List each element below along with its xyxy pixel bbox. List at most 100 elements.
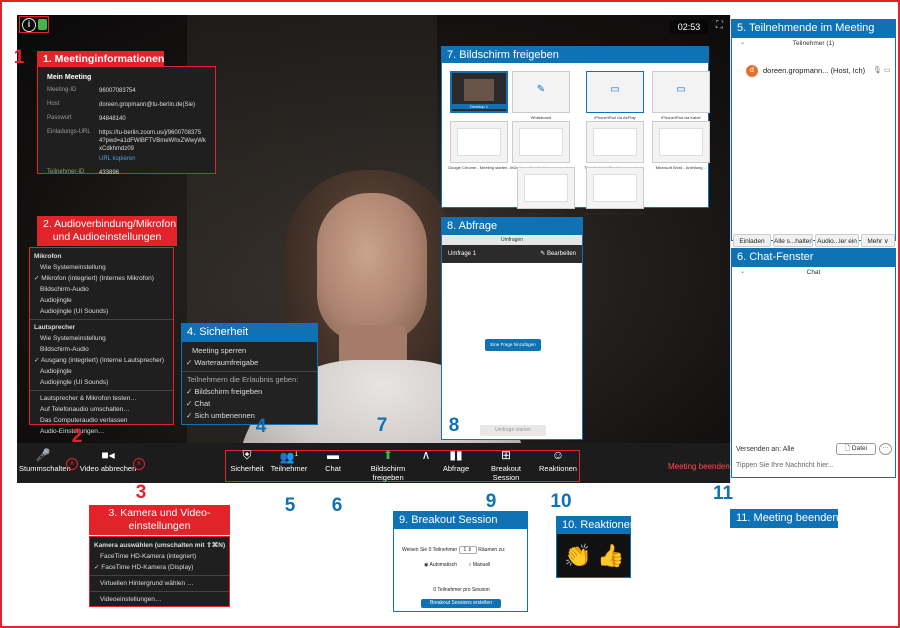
share-option-thumb[interactable] bbox=[450, 121, 508, 163]
meeting-info-row: URL kopieren bbox=[47, 155, 206, 163]
share-option-thumb[interactable] bbox=[652, 121, 710, 163]
mic-option[interactable]: Bildschirm-Audio bbox=[30, 284, 173, 295]
mute-button[interactable]: 🎤 Stummschalten bbox=[19, 445, 71, 481]
speaker-option[interactable]: Audiojingle (UI Sounds) bbox=[30, 377, 173, 388]
mute-label: Stummschalten bbox=[19, 464, 71, 473]
share-option-label: Microsoft Word - Anleitung… bbox=[655, 165, 707, 170]
audio-action-item[interactable]: Das Computeraudio verlassen bbox=[30, 415, 173, 426]
breakout-rooms-stepper[interactable]: 1 ⇕ bbox=[458, 546, 477, 554]
video-button[interactable]: ■◂ Video abbrechen bbox=[79, 445, 137, 481]
callout-number-1: 1 bbox=[13, 47, 25, 68]
callout-number-7: 7 bbox=[376, 415, 388, 436]
mic-option[interactable]: Wie Systemeinstellung bbox=[30, 262, 173, 273]
clapping-hands-icon[interactable]: 👏 bbox=[564, 543, 591, 569]
audio-action-item[interactable]: Auf Telefonaudio umschalten… bbox=[30, 404, 173, 415]
window-preview bbox=[519, 128, 563, 156]
emoji-icon: ☺ bbox=[551, 448, 565, 462]
security-button[interactable]: ⛨ Sicherheit bbox=[227, 445, 267, 481]
chat-file-button[interactable]: 🗋 Datei bbox=[836, 443, 876, 455]
audio-actions: Lautsprecher & Mikrofon testen… Auf Telef… bbox=[30, 393, 173, 437]
video-options-chevron-icon[interactable]: ∧ bbox=[133, 458, 145, 470]
participants-button[interactable]: 👥1 Teilnehmer bbox=[268, 445, 310, 481]
speaker-option[interactable]: Bildschirm-Audio bbox=[30, 344, 173, 355]
participant-row[interactable]: doreen.gropmann... (Host, Ich) bbox=[763, 66, 865, 75]
participant-action-button[interactable]: Audio...ler ein bbox=[815, 234, 859, 247]
meeting-info-key bbox=[47, 155, 99, 163]
security-allow-header: Teilnehmern die Erlaubnis geben: bbox=[187, 375, 299, 384]
collapse-icon[interactable]: ⌄ bbox=[740, 39, 745, 46]
participant-action-button[interactable]: Mehr ∨ bbox=[861, 234, 895, 247]
mic-option[interactable]: Audiojingle bbox=[30, 295, 173, 306]
share-option-thumb[interactable] bbox=[517, 167, 575, 209]
mic-icon: 🎙 bbox=[873, 67, 882, 74]
collapse-icon[interactable]: ⌄ bbox=[740, 268, 745, 275]
breakout-button[interactable]: ⊞ Breakout Session bbox=[477, 445, 535, 482]
meeting-info-value: 433896 bbox=[99, 170, 120, 176]
speaker-option[interactable]: ✓ Ausgang (integriert) (Interne Lautspre… bbox=[30, 355, 173, 366]
security-allow-option[interactable]: ✓ Chat bbox=[182, 398, 317, 410]
speaker-option[interactable]: Audiojingle bbox=[30, 366, 173, 377]
callout-number-10: 10 bbox=[550, 491, 572, 512]
radio-auto[interactable]: ◉ Automatisch bbox=[424, 562, 457, 568]
poll-start-button[interactable]: Umfrage starten bbox=[480, 425, 546, 436]
reactions-panel: 👏 👍 bbox=[556, 533, 631, 578]
callout-label-2-line2: und Audioeinstellungen bbox=[52, 231, 162, 243]
breakout-create-button[interactable]: Breakout Sessions erstellen bbox=[421, 599, 501, 608]
share-option-thumb[interactable]: ✎ bbox=[512, 71, 570, 113]
meeting-info-value: 94848140 bbox=[99, 116, 126, 122]
chat-title: Chat bbox=[806, 269, 821, 276]
meeting-info-value: 96007083754 bbox=[99, 88, 136, 94]
callout-number-4: 4 bbox=[255, 416, 267, 437]
radio-auto-label: Automatisch bbox=[429, 562, 457, 568]
share-option-thumb[interactable] bbox=[586, 121, 644, 163]
audio-action-item[interactable]: Lautsprecher & Mikrofon testen… bbox=[30, 393, 173, 404]
audio-action-item[interactable]: Audio-Einstellungen… bbox=[30, 426, 173, 437]
camera-list: FaceTime HD-Kamera (integriert) ✓ FaceTim… bbox=[90, 551, 229, 573]
virtual-background-item[interactable]: Virtuellen Hintergrund wählen … bbox=[90, 578, 229, 589]
chat-send-to[interactable]: Versenden an: Alle bbox=[736, 446, 794, 453]
poll-header: Umfrage 1 ✎ Bearbeiten bbox=[442, 245, 582, 263]
speaker-option[interactable]: Wie Systemeinstellung bbox=[30, 333, 173, 344]
share-option-thumb[interactable] bbox=[512, 121, 570, 163]
share-option-thumb[interactable]: ▭ bbox=[586, 71, 644, 113]
mic-list: Wie Systemeinstellung ✓ Mikrofon (integri… bbox=[30, 262, 173, 317]
microphone-icon: 🎤 bbox=[35, 448, 51, 462]
meeting-info-row: Einladungs-URL https://tu-berlin.zoom.us/… bbox=[47, 129, 206, 153]
participant-action-button[interactable]: Alle s...halten bbox=[773, 234, 813, 247]
breakout-assign-pre: Weisen Sie 0 Teilnehmer bbox=[402, 547, 458, 553]
poll-edit-button[interactable]: ✎ Bearbeiten bbox=[540, 245, 576, 263]
security-allow-option[interactable]: ✓ Bildschirm freigeben bbox=[182, 386, 317, 398]
chat-more-icon[interactable]: ··· bbox=[879, 443, 892, 455]
audio-section-mic: Mikrofon bbox=[34, 253, 62, 260]
reactions-button[interactable]: ☺ Reaktionen bbox=[538, 445, 578, 481]
meeting-info-key: Meeting-ID bbox=[47, 87, 77, 93]
avatar: d bbox=[746, 65, 758, 77]
end-meeting-button[interactable]: Meeting beenden bbox=[668, 462, 730, 471]
audio-options-chevron-icon[interactable]: ∧ bbox=[66, 458, 78, 470]
chat-input[interactable]: Tippen Sie Ihre Nachricht hier... bbox=[736, 462, 834, 469]
chat-button[interactable]: ▬ Chat bbox=[318, 445, 348, 481]
share-screen-button[interactable]: ⬆ Bildschirm freigeben bbox=[355, 445, 421, 482]
mic-option[interactable]: ✓ Mikrofon (integriert) (Internes Mikrof… bbox=[30, 273, 173, 284]
video-settings-item[interactable]: Videoeinstellungen… bbox=[90, 594, 229, 605]
share-option-thumb[interactable]: ▭ bbox=[652, 71, 710, 113]
poll-add-question-button[interactable]: Eine Frage hinzufügen bbox=[485, 339, 541, 351]
camera-option[interactable]: FaceTime HD-Kamera (integriert) bbox=[90, 551, 229, 562]
callout-label-5: 5. Teilnehmende im Meeting bbox=[731, 19, 896, 37]
camera-option[interactable]: ✓ FaceTime HD-Kamera (Display) bbox=[90, 562, 229, 573]
radio-manual[interactable]: ○ Manuell bbox=[468, 562, 490, 568]
poll-button[interactable]: ▮▮ Abfrage bbox=[440, 445, 472, 481]
security-option[interactable]: ✓ Warteraumfreigabe bbox=[182, 357, 317, 369]
fullscreen-icon[interactable]: ⛶ bbox=[716, 20, 728, 32]
meeting-info-row: Meeting-ID 96007083754 bbox=[47, 87, 206, 95]
participant-action-button[interactable]: Einladen bbox=[733, 234, 771, 247]
share-option-thumb[interactable] bbox=[586, 167, 644, 209]
security-option[interactable]: Meeting sperren bbox=[182, 345, 317, 357]
share-options-chevron-icon[interactable]: ∧ bbox=[420, 445, 432, 481]
video-menu: Kamera auswählen (umschalten mit ⇧⌘N) Fa… bbox=[89, 536, 230, 607]
share-option-icon: ✎ bbox=[536, 84, 546, 95]
callout-label-3-line2: einstellungen bbox=[128, 520, 191, 532]
mic-option[interactable]: Audiojingle (UI Sounds) bbox=[30, 306, 173, 317]
thumbs-up-icon[interactable]: 👍 bbox=[597, 543, 624, 569]
copy-url-link[interactable]: URL kopieren bbox=[99, 155, 135, 163]
